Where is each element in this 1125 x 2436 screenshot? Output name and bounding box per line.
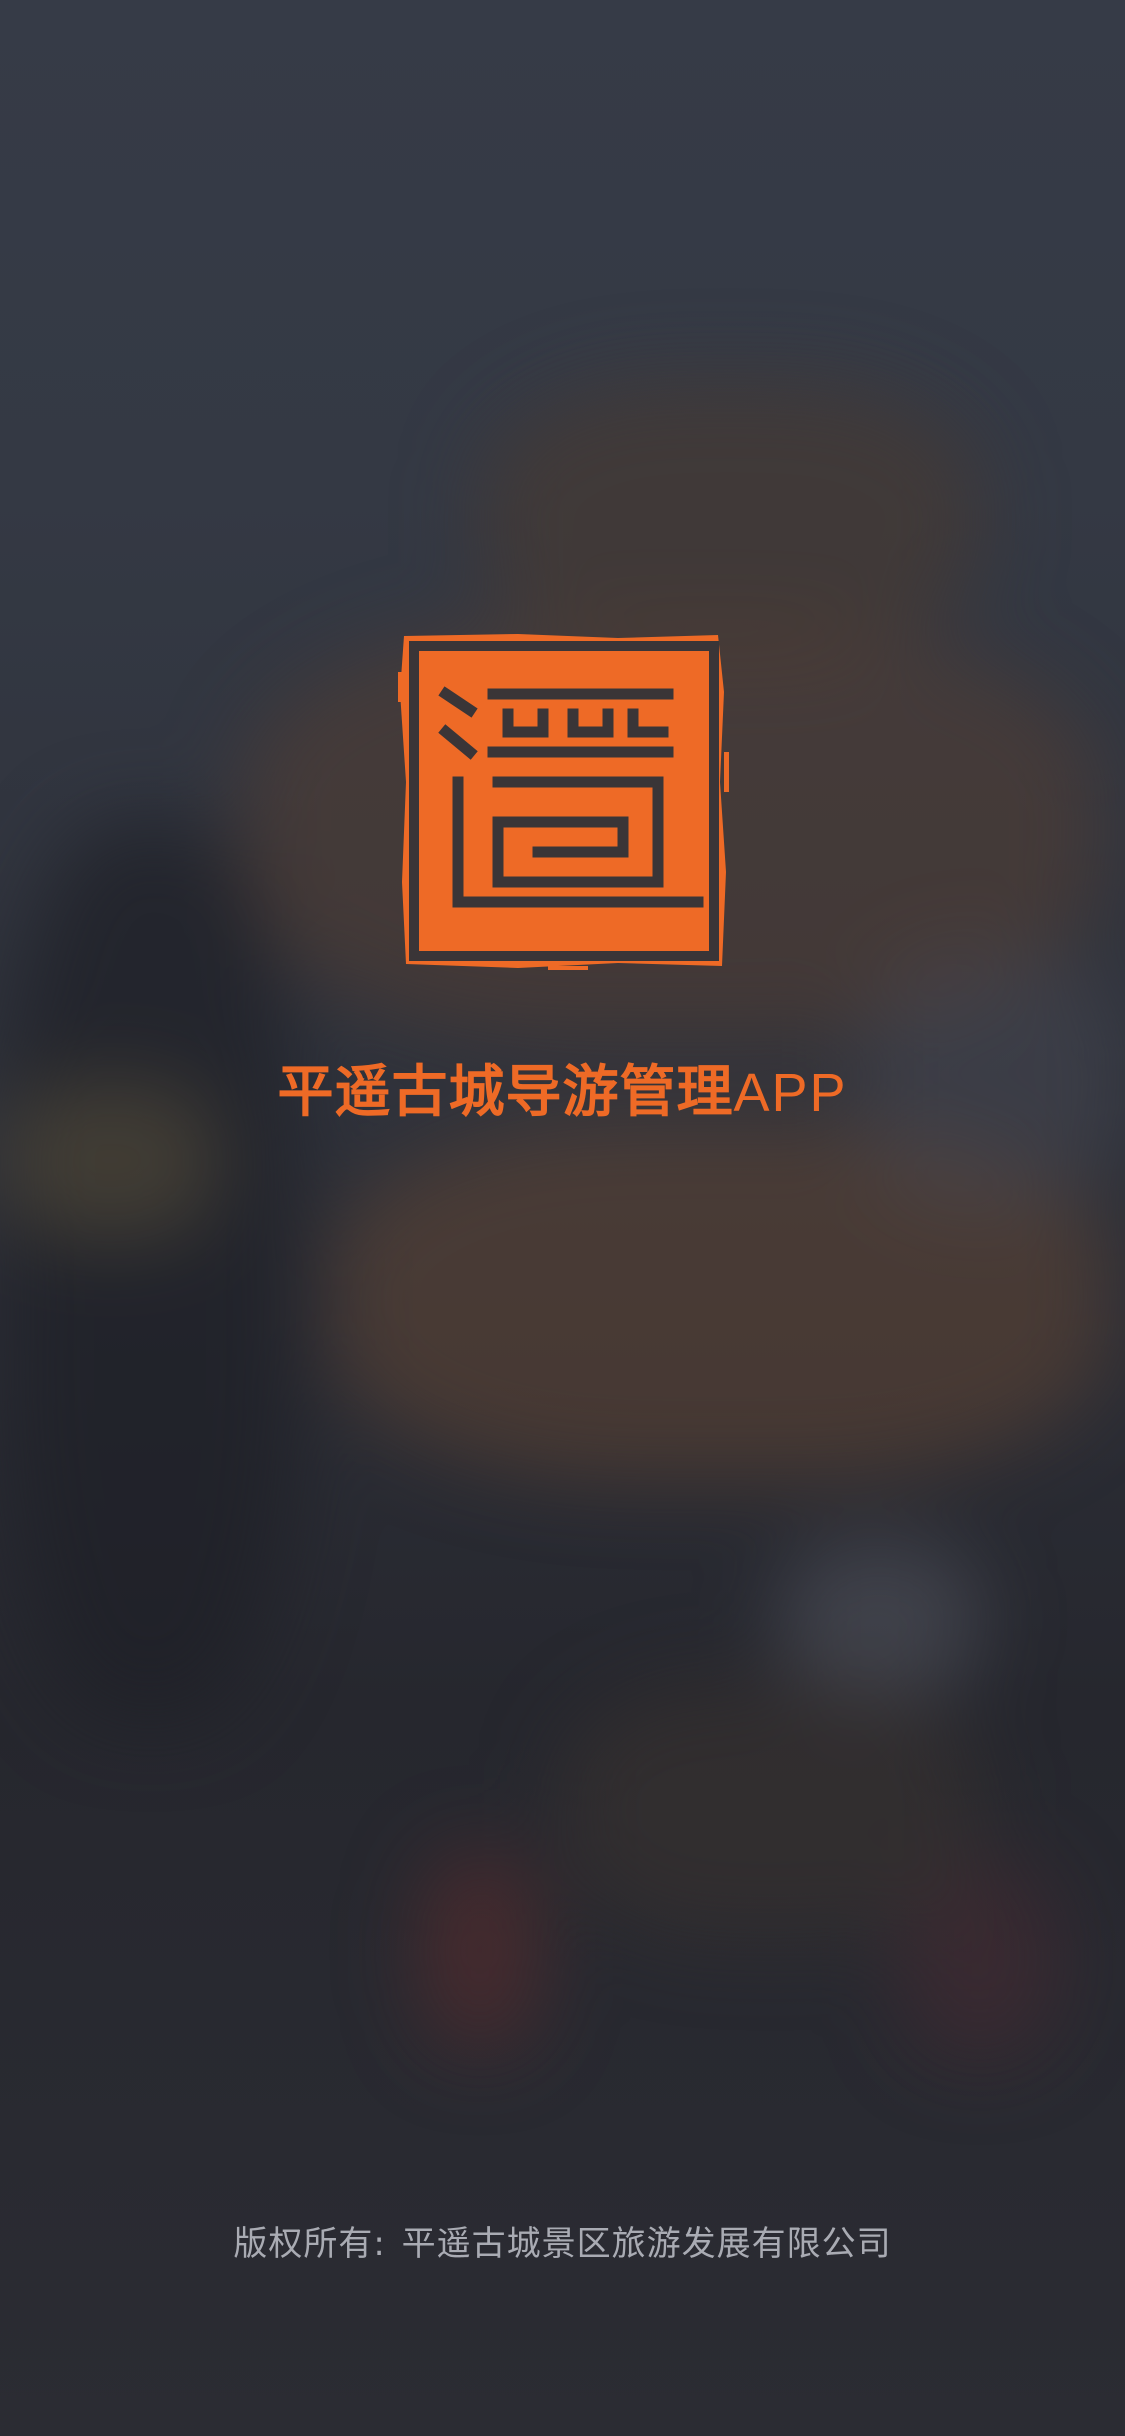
app-title-main: 平遥古城导游管理 — [277, 1060, 734, 1125]
splash-screen: 平遥古城导游管理APP 版权所有: 平遥古城景区旅游发展有限公司 — [0, 0, 1125, 2436]
copyright-text: 版权所有: 平遥古城景区旅游发展有限公司 — [0, 2220, 1125, 2268]
copyright-owner: 平遥古城景区旅游发展有限公司 — [401, 2224, 892, 2264]
app-title-suffix: APP — [733, 1063, 848, 1123]
app-title: 平遥古城导游管理APP — [0, 1058, 1125, 1128]
blurred-background-image — [0, 0, 1125, 2436]
copyright-label: 版权所有: — [233, 2224, 386, 2264]
seal-logo-icon — [398, 632, 730, 970]
